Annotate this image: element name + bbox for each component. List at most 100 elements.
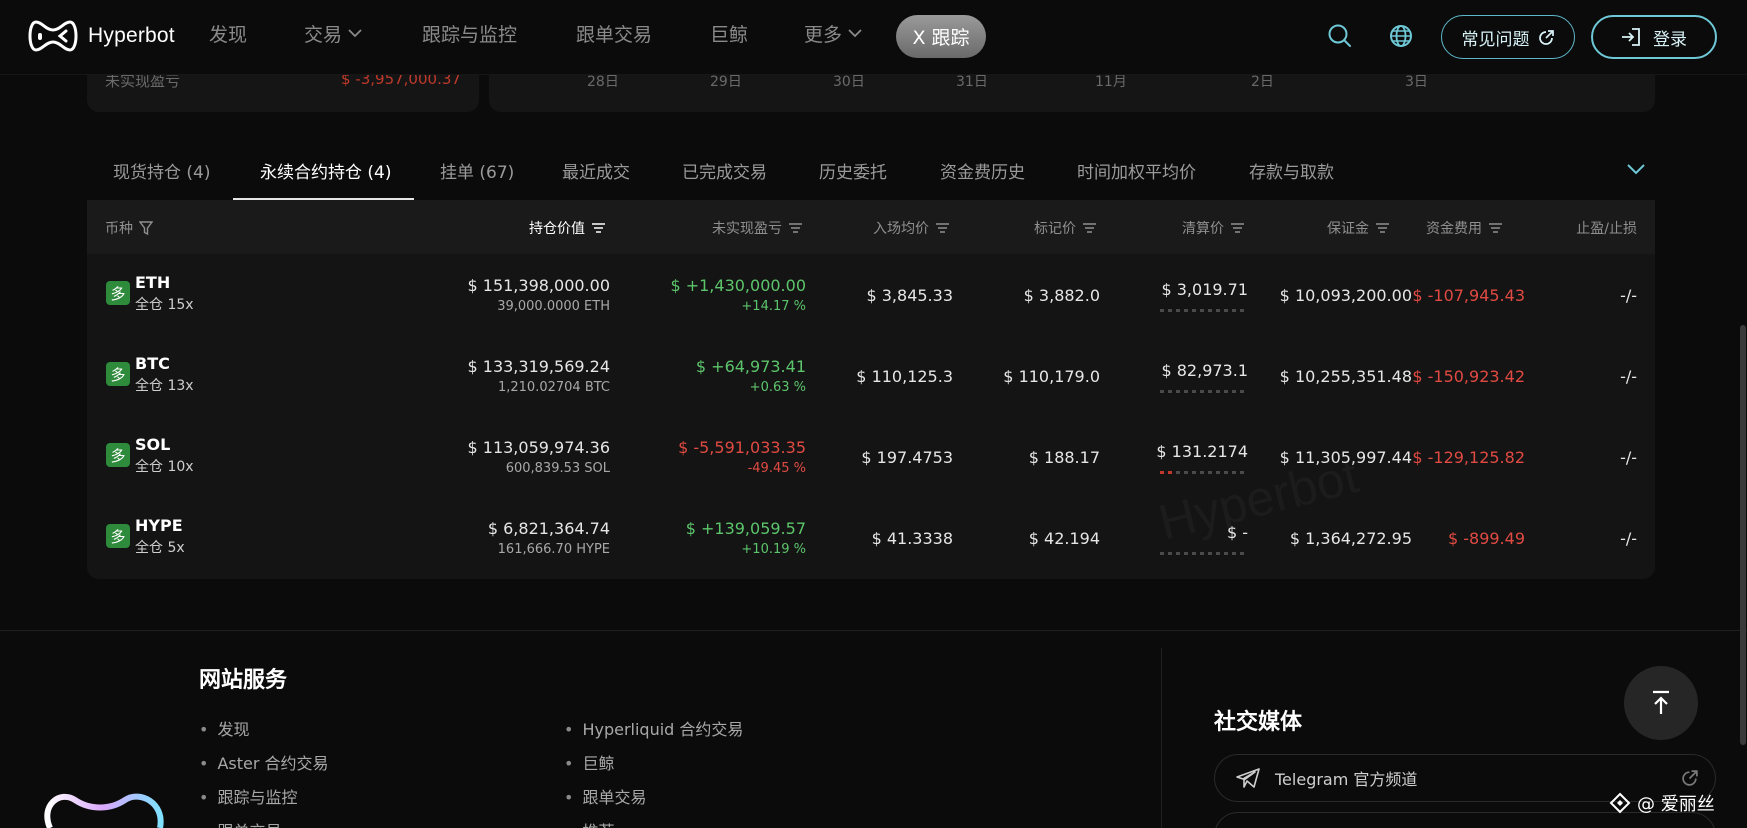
col-position-value[interactable]: 持仓价值 xyxy=(529,218,606,238)
margin: $ 10,093,200.00 xyxy=(1279,286,1412,305)
arrow-up-icon xyxy=(1653,690,1669,714)
footer-link-whales[interactable]: 巨鲸 xyxy=(564,750,614,774)
table-row[interactable]: 多 HYPE 全仓 5x $ 6,821,364.74 161,666.70 H… xyxy=(87,497,1655,578)
tp-sl[interactable]: -/- xyxy=(1620,367,1637,386)
margin: $ 11,305,997.44 xyxy=(1279,448,1412,467)
nav-label: 更多 xyxy=(804,24,843,46)
telegram-label: Telegram 官方频道 xyxy=(1275,770,1418,789)
sort-icon xyxy=(789,223,802,233)
footer-link-copy[interactable]: 跟单交易 xyxy=(199,818,281,828)
tp-sl[interactable]: -/- xyxy=(1620,286,1637,305)
col-mark-price[interactable]: 标记价 xyxy=(1034,218,1097,238)
coin-symbol[interactable]: ETH xyxy=(135,273,170,292)
coin-symbol[interactable]: SOL xyxy=(135,435,170,454)
footer-logo-icon xyxy=(44,793,164,828)
tp-sl[interactable]: -/- xyxy=(1620,448,1637,467)
col-liq-price[interactable]: 清算价 xyxy=(1182,218,1245,238)
footer-link-tracking[interactable]: 跟踪与监控 xyxy=(199,784,297,808)
long-badge: 多 xyxy=(106,281,130,305)
col-margin[interactable]: 保证金 xyxy=(1327,218,1390,238)
tab-recent-fills[interactable]: 最近成交 xyxy=(562,158,630,183)
chevron-down-icon[interactable] xyxy=(1627,163,1645,175)
logo[interactable]: Hyperbot xyxy=(26,16,175,56)
external-link-icon xyxy=(1538,29,1554,45)
coin-symbol[interactable]: BTC xyxy=(135,354,170,373)
col-label: 止盈/止损 xyxy=(1576,221,1637,237)
footer-link-aster[interactable]: Aster 合约交易 xyxy=(199,750,328,774)
margin: $ 10,255,351.48 xyxy=(1279,367,1412,386)
nav-tracking[interactable]: 跟踪与监控 xyxy=(422,20,517,47)
col-label: 未实现盈亏 xyxy=(712,221,782,237)
mark-price: $ 3,882.0 xyxy=(1023,286,1100,305)
table-header: 币种 持仓价值 未实现盈亏 入场均价 标记价 清算价 保证金 资金费用 止盈/止… xyxy=(87,200,1655,254)
leverage: 全仓 13x xyxy=(135,378,194,394)
logo-text: Hyperbot xyxy=(88,24,175,47)
col-unrealized-pnl[interactable]: 未实现盈亏 xyxy=(712,218,803,238)
position-value: $ 133,319,569.24 xyxy=(467,357,611,376)
nav-whales[interactable]: 巨鲸 xyxy=(710,20,748,47)
social-media-title: 社交媒体 xyxy=(1214,710,1303,735)
pnl-percent: +0.63 % xyxy=(749,380,806,395)
globe-icon[interactable] xyxy=(1388,23,1414,49)
tab-open-orders[interactable]: 挂单 (67) xyxy=(440,158,514,183)
col-funding[interactable]: 资金费用 xyxy=(1426,218,1503,238)
footer-link-discover[interactable]: 发现 xyxy=(199,716,249,740)
margin: $ 1,364,272.95 xyxy=(1289,529,1412,548)
sort-icon xyxy=(1231,223,1244,233)
footer-link-referral[interactable]: 推荐 xyxy=(564,818,614,828)
col-tp-sl: 止盈/止损 xyxy=(1576,218,1637,238)
position-size: 600,839.53 SOL xyxy=(505,461,610,476)
footer-services-title: 网站服务 xyxy=(199,668,288,693)
hyperbot-logo-icon xyxy=(28,20,78,52)
leverage: 全仓 5x xyxy=(135,540,185,556)
tab-funding-history[interactable]: 资金费历史 xyxy=(940,158,1025,183)
liq-risk-bar xyxy=(1160,471,1248,474)
nav-label: 发现 xyxy=(209,24,248,46)
page-scrollbar[interactable] xyxy=(1740,325,1746,745)
position-size: 161,666.70 HYPE xyxy=(497,542,610,557)
liq-price: $ 3,019.71 xyxy=(1161,280,1248,299)
faq-button[interactable]: 常见问题 xyxy=(1441,15,1575,59)
table-row[interactable]: 多 SOL 全仓 10x $ 113,059,974.36 600,839.53… xyxy=(87,416,1655,497)
coin-symbol[interactable]: HYPE xyxy=(135,516,183,535)
positions-table: 币种 持仓价值 未实现盈亏 入场均价 标记价 清算价 保证金 资金费用 止盈/止… xyxy=(87,200,1655,579)
col-label: 资金费用 xyxy=(1426,221,1482,237)
sort-icon xyxy=(592,223,605,233)
filter-icon[interactable] xyxy=(139,220,153,236)
tab-twap[interactable]: 时间加权平均价 xyxy=(1077,158,1196,183)
funding-fee: $ -129,125.82 xyxy=(1412,448,1525,467)
nav-more[interactable]: 更多 xyxy=(804,20,862,47)
back-to-top-button[interactable] xyxy=(1624,666,1698,740)
tab-perp-positions[interactable]: 永续合约持仓 (4) xyxy=(260,158,391,183)
table-row[interactable]: 多 ETH 全仓 15x $ 151,398,000.00 39,000.000… xyxy=(87,254,1655,335)
position-size: 1,210.02704 BTC xyxy=(497,380,610,395)
search-icon[interactable] xyxy=(1327,23,1353,49)
login-button[interactable]: 登录 xyxy=(1591,15,1717,59)
binance-square-icon xyxy=(1609,792,1631,814)
unrealized-pnl: $ +139,059.57 xyxy=(685,519,806,538)
footer-link-copy-trading[interactable]: 跟单交易 xyxy=(564,784,646,808)
pnl-percent: +14.17 % xyxy=(741,299,806,314)
col-coin[interactable]: 币种 xyxy=(105,218,153,238)
tab-deposits-withdrawals[interactable]: 存款与取款 xyxy=(1249,158,1334,183)
sort-icon xyxy=(1083,223,1096,233)
col-label: 入场均价 xyxy=(873,221,929,237)
footer-link-hyperliquid[interactable]: Hyperliquid 合约交易 xyxy=(564,716,743,740)
position-value: $ 113,059,974.36 xyxy=(467,438,611,457)
x-track-button[interactable]: X 跟踪 xyxy=(896,15,986,58)
login-icon xyxy=(1622,28,1640,46)
nav-trade[interactable]: 交易 xyxy=(304,20,362,47)
col-entry-price[interactable]: 入场均价 xyxy=(873,218,950,238)
table-row[interactable]: 多 BTC 全仓 13x $ 133,319,569.24 1,210.0270… xyxy=(87,335,1655,416)
mark-price: $ 110,179.0 xyxy=(1003,367,1100,386)
nav-label: 跟踪与监控 xyxy=(422,24,518,46)
tab-completed-trades[interactable]: 已完成交易 xyxy=(682,158,767,183)
nav-discover[interactable]: 发现 xyxy=(209,20,247,47)
sort-icon xyxy=(1489,223,1502,233)
unrealized-pnl: $ +1,430,000.00 xyxy=(670,276,806,295)
tp-sl[interactable]: -/- xyxy=(1620,529,1637,548)
tab-order-history[interactable]: 历史委托 xyxy=(819,158,887,183)
tab-spot-holdings[interactable]: 现货持仓 (4) xyxy=(113,158,210,183)
nav-copy-trading[interactable]: 跟单交易 xyxy=(576,20,652,47)
leverage: 全仓 10x xyxy=(135,459,194,475)
